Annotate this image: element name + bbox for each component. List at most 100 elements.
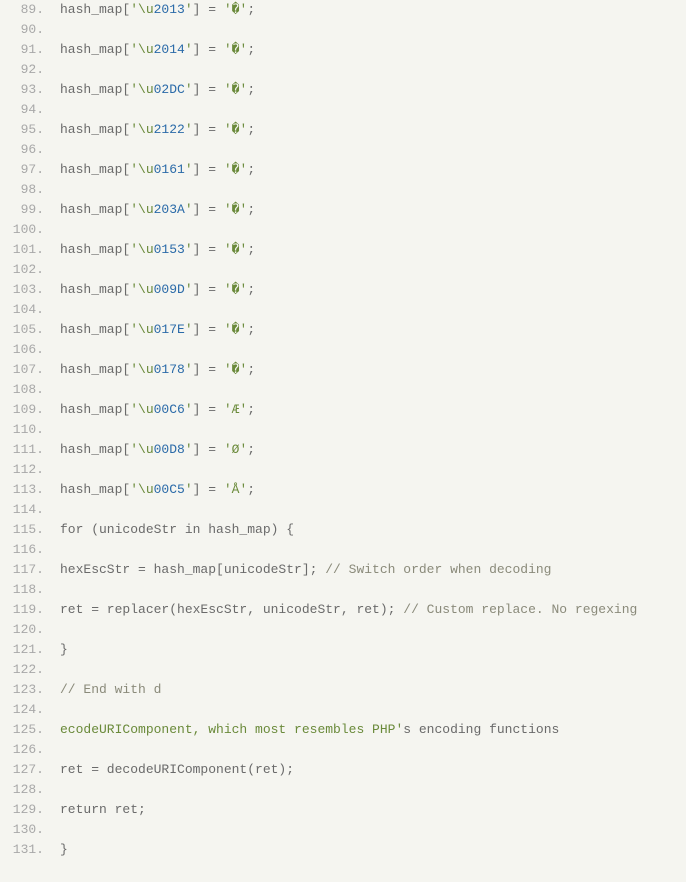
- code-line[interactable]: 128.: [0, 780, 686, 800]
- code-line[interactable]: 125.ecodeURIComponent, which most resemb…: [0, 720, 686, 740]
- code-content[interactable]: [48, 260, 60, 280]
- code-content[interactable]: [48, 60, 60, 80]
- code-line[interactable]: 123.// End with d: [0, 680, 686, 700]
- code-content[interactable]: ret = decodeURIComponent(ret);: [48, 760, 294, 780]
- code-content[interactable]: hash_map['\u2014'] = '�';: [48, 40, 255, 60]
- code-content[interactable]: [48, 340, 60, 360]
- code-content[interactable]: [48, 660, 60, 680]
- code-content[interactable]: [48, 140, 60, 160]
- code-line[interactable]: 122.: [0, 660, 686, 680]
- code-content[interactable]: [48, 620, 60, 640]
- code-line[interactable]: 127.ret = decodeURIComponent(ret);: [0, 760, 686, 780]
- code-content[interactable]: for (unicodeStr in hash_map) {: [48, 520, 294, 540]
- code-line[interactable]: 117.hexEscStr = hash_map[unicodeStr]; //…: [0, 560, 686, 580]
- code-token: hash_map[: [60, 82, 130, 97]
- code-line[interactable]: 115.for (unicodeStr in hash_map) {: [0, 520, 686, 540]
- code-line[interactable]: 111.hash_map['\u00D8'] = 'Ø';: [0, 440, 686, 460]
- code-content[interactable]: ret = replacer(hexEscStr, unicodeStr, re…: [48, 600, 637, 620]
- code-content[interactable]: [48, 420, 60, 440]
- code-content[interactable]: [48, 300, 60, 320]
- code-content[interactable]: ecodeURIComponent, which most resembles …: [48, 720, 559, 740]
- code-line[interactable]: 129.return ret;: [0, 800, 686, 820]
- code-content[interactable]: [48, 700, 60, 720]
- code-content[interactable]: hash_map['\u2013'] = '�';: [48, 0, 255, 20]
- code-line[interactable]: 91.hash_map['\u2014'] = '�';: [0, 40, 686, 60]
- code-line[interactable]: 112.: [0, 460, 686, 480]
- code-line[interactable]: 100.: [0, 220, 686, 240]
- code-content[interactable]: hash_map['\u017E'] = '�';: [48, 320, 255, 340]
- code-content[interactable]: // End with d: [48, 680, 161, 700]
- code-content[interactable]: hash_map['\u0178'] = '�';: [48, 360, 255, 380]
- code-line[interactable]: 126.: [0, 740, 686, 760]
- code-line[interactable]: 92.: [0, 60, 686, 80]
- code-content[interactable]: hexEscStr = hash_map[unicodeStr]; // Swi…: [48, 560, 552, 580]
- code-line[interactable]: 97.hash_map['\u0161'] = '�';: [0, 160, 686, 180]
- line-number: 114.: [0, 500, 48, 520]
- code-line[interactable]: 89.hash_map['\u2013'] = '�';: [0, 0, 686, 20]
- code-line[interactable]: 95.hash_map['\u2122'] = '�';: [0, 120, 686, 140]
- code-token: '\u: [130, 322, 153, 337]
- code-content[interactable]: [48, 820, 60, 840]
- code-line[interactable]: 106.: [0, 340, 686, 360]
- code-line[interactable]: 120.: [0, 620, 686, 640]
- code-content[interactable]: [48, 780, 60, 800]
- code-content[interactable]: }: [48, 640, 68, 660]
- line-number: 130.: [0, 820, 48, 840]
- code-line[interactable]: 110.: [0, 420, 686, 440]
- code-line[interactable]: 109.hash_map['\u00C6'] = 'Æ';: [0, 400, 686, 420]
- code-token: ;: [247, 42, 255, 57]
- code-content[interactable]: [48, 540, 60, 560]
- code-line[interactable]: 93.hash_map['\u02DC'] = '�';: [0, 80, 686, 100]
- code-token: ] =: [193, 202, 224, 217]
- code-token: ;: [247, 482, 255, 497]
- code-line[interactable]: 118.: [0, 580, 686, 600]
- code-content[interactable]: [48, 380, 60, 400]
- code-line[interactable]: 96.: [0, 140, 686, 160]
- code-content[interactable]: hash_map['\u203A'] = '�';: [48, 200, 255, 220]
- code-line[interactable]: 116.: [0, 540, 686, 560]
- code-line[interactable]: 90.: [0, 20, 686, 40]
- code-line[interactable]: 108.: [0, 380, 686, 400]
- code-content[interactable]: }: [48, 840, 68, 860]
- code-line[interactable]: 130.: [0, 820, 686, 840]
- code-content[interactable]: [48, 20, 60, 40]
- code-line[interactable]: 103.hash_map['\u009D'] = '�';: [0, 280, 686, 300]
- code-content[interactable]: [48, 100, 60, 120]
- code-content[interactable]: hash_map['\u00C6'] = 'Æ';: [48, 400, 255, 420]
- code-line[interactable]: 101.hash_map['\u0153'] = '�';: [0, 240, 686, 260]
- code-line[interactable]: 114.: [0, 500, 686, 520]
- code-content[interactable]: [48, 180, 60, 200]
- code-line[interactable]: 124.: [0, 700, 686, 720]
- code-line[interactable]: 119.ret = replacer(hexEscStr, unicodeStr…: [0, 600, 686, 620]
- code-content[interactable]: hash_map['\u0161'] = '�';: [48, 160, 255, 180]
- code-line[interactable]: 99.hash_map['\u203A'] = '�';: [0, 200, 686, 220]
- code-token: ] =: [193, 2, 224, 17]
- code-content[interactable]: [48, 220, 60, 240]
- code-line[interactable]: 113.hash_map['\u00C5'] = 'Å';: [0, 480, 686, 500]
- code-content[interactable]: hash_map['\u02DC'] = '�';: [48, 80, 255, 100]
- code-line[interactable]: 104.: [0, 300, 686, 320]
- code-editor[interactable]: 89.hash_map['\u2013'] = '�';90.91.hash_m…: [0, 0, 686, 860]
- code-content[interactable]: hash_map['\u009D'] = '�';: [48, 280, 255, 300]
- code-line[interactable]: 102.: [0, 260, 686, 280]
- code-token: '�': [224, 42, 247, 57]
- code-content[interactable]: [48, 460, 60, 480]
- code-line[interactable]: 131.}: [0, 840, 686, 860]
- code-token: ;: [247, 202, 255, 217]
- code-token: ] =: [193, 282, 224, 297]
- code-content[interactable]: hash_map['\u0153'] = '�';: [48, 240, 255, 260]
- code-token: '�': [224, 242, 247, 257]
- code-line[interactable]: 94.: [0, 100, 686, 120]
- code-content[interactable]: [48, 580, 60, 600]
- code-content[interactable]: [48, 500, 60, 520]
- code-content[interactable]: hash_map['\u00C5'] = 'Å';: [48, 480, 255, 500]
- code-line[interactable]: 98.: [0, 180, 686, 200]
- code-content[interactable]: return ret;: [48, 800, 146, 820]
- code-content[interactable]: hash_map['\u00D8'] = 'Ø';: [48, 440, 255, 460]
- code-line[interactable]: 105.hash_map['\u017E'] = '�';: [0, 320, 686, 340]
- code-line[interactable]: 107.hash_map['\u0178'] = '�';: [0, 360, 686, 380]
- code-token: ] =: [193, 242, 224, 257]
- code-line[interactable]: 121.}: [0, 640, 686, 660]
- code-content[interactable]: [48, 740, 60, 760]
- code-content[interactable]: hash_map['\u2122'] = '�';: [48, 120, 255, 140]
